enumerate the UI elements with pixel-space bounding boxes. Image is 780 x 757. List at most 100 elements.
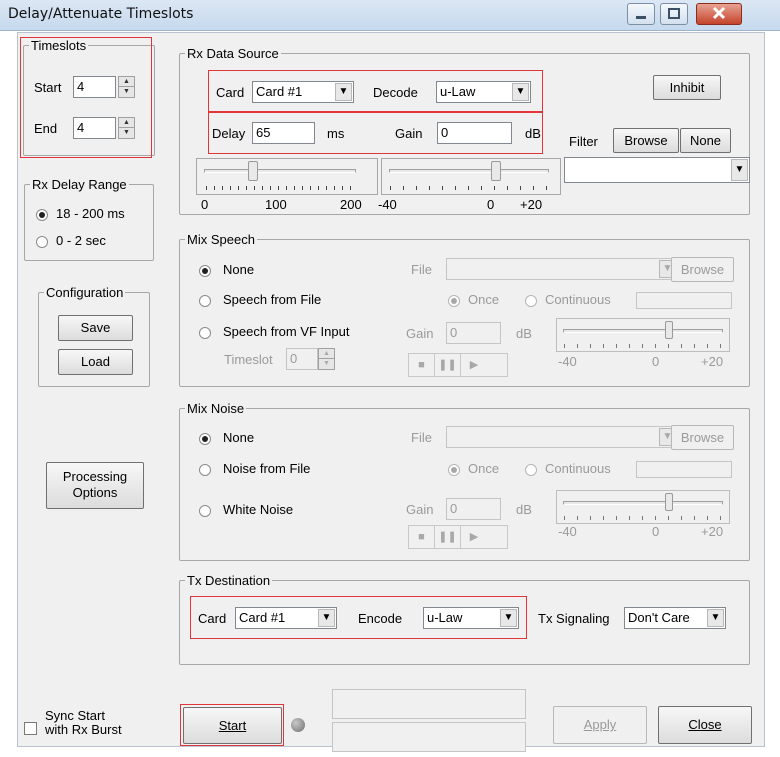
chevron-down-icon[interactable]: ▼ xyxy=(707,609,724,627)
processing-options-line1: Processing xyxy=(62,469,128,484)
filter-select[interactable]: ▼ xyxy=(564,157,750,183)
sync-start-line1: Sync Start xyxy=(45,708,105,723)
inhibit-button[interactable]: Inhibit xyxy=(653,75,721,100)
stop-icon[interactable]: ■ xyxy=(409,526,435,548)
save-button[interactable]: Save xyxy=(58,315,133,341)
title-bar: Delay/Attenuate Timeslots xyxy=(0,0,780,31)
status-field-bottom xyxy=(332,722,526,752)
chevron-down-icon[interactable]: ▼ xyxy=(731,159,748,181)
delay-slider-ticks xyxy=(206,186,358,190)
close-button[interactable]: Close xyxy=(658,706,752,744)
noise-file-label: Noise from File xyxy=(223,461,311,476)
noise-gain-label: Gain xyxy=(406,502,434,517)
white-noise-radio[interactable] xyxy=(199,505,211,517)
noise-continuous-label: Continuous xyxy=(545,461,611,476)
delay-slider-thumb[interactable] xyxy=(248,161,259,181)
apply-button[interactable]: Apply xyxy=(553,706,647,744)
maximize-button[interactable] xyxy=(660,3,688,25)
delay-range-18-200-radio[interactable] xyxy=(36,209,48,221)
noise-gain-slider-track xyxy=(563,501,723,505)
noise-file-field-label: File xyxy=(411,430,432,445)
spin-down-icon[interactable]: ▼ xyxy=(319,359,334,369)
pause-icon[interactable]: ❚❚ xyxy=(435,354,461,376)
speech-gain-input[interactable]: 0 xyxy=(446,322,501,344)
speech-timeslot-input[interactable]: 0 xyxy=(286,348,318,370)
start-highlight xyxy=(180,704,284,746)
delay-slider-track xyxy=(204,169,356,173)
delay-range-0-2-radio[interactable] xyxy=(36,236,48,248)
rx-data-source-legend: Rx Data Source xyxy=(187,46,279,61)
mix-noise-legend: Mix Noise xyxy=(187,401,245,416)
delay-gain-highlight xyxy=(208,112,543,154)
speech-continuous-label: Continuous xyxy=(545,292,611,307)
tx-signaling-select[interactable]: Don't Care ▼ xyxy=(624,607,726,629)
speech-gain-slider-thumb[interactable] xyxy=(665,321,673,339)
speech-none-radio[interactable] xyxy=(199,265,211,277)
speech-vf-label: Speech from VF Input xyxy=(223,324,350,339)
noise-once-label: Once xyxy=(468,461,500,476)
noise-gain-scale-min: -40 xyxy=(558,524,577,539)
stop-icon[interactable]: ■ xyxy=(409,354,435,376)
speech-once-label: Once xyxy=(468,292,500,307)
noise-browse-button[interactable]: Browse xyxy=(671,425,734,450)
filter-browse-button[interactable]: Browse xyxy=(613,128,679,153)
speech-file-field-label: File xyxy=(411,262,432,277)
spin-up-icon[interactable]: ▲ xyxy=(319,349,334,359)
noise-file-radio[interactable] xyxy=(199,464,211,476)
noise-gain-slider-thumb[interactable] xyxy=(665,493,673,511)
minimize-button[interactable] xyxy=(627,3,655,25)
mix-speech-legend: Mix Speech xyxy=(187,232,255,247)
pause-icon[interactable]: ❚❚ xyxy=(435,526,461,548)
noise-none-label: None xyxy=(223,430,255,445)
play-icon[interactable]: ▶ xyxy=(461,354,487,376)
speech-file-select[interactable]: ▼ xyxy=(446,258,678,280)
card-decode-highlight xyxy=(208,70,543,112)
minimize-icon xyxy=(636,16,646,19)
speech-vf-radio[interactable] xyxy=(199,327,211,339)
timeslots-highlight xyxy=(20,37,152,158)
rx-gain-scale-min: -40 xyxy=(378,197,397,212)
tx-signaling-value: Don't Care xyxy=(628,610,690,625)
rx-gain-slider-track xyxy=(389,169,549,173)
noise-gain-scale-mid: 0 xyxy=(652,524,660,539)
delay-range-18-200-label: 18 - 200 ms xyxy=(56,206,125,221)
noise-file-select[interactable]: ▼ xyxy=(446,426,678,448)
noise-gain-scale-max: +20 xyxy=(701,524,724,539)
filter-label: Filter xyxy=(569,134,598,149)
noise-none-radio[interactable] xyxy=(199,433,211,445)
noise-playback-controls: ■ ❚❚ ▶ xyxy=(408,525,508,549)
rx-gain-slider-thumb[interactable] xyxy=(490,161,501,181)
status-led-icon xyxy=(291,718,305,732)
speech-once-radio[interactable] xyxy=(448,295,460,307)
delay-scale-min: 0 xyxy=(201,197,209,212)
dialog-client: Timeslots Start 4 ▲ ▼ End 4 ▲ ▼ Rx Delay R… xyxy=(17,32,765,752)
noise-continuous-radio[interactable] xyxy=(525,464,537,476)
status-field-top xyxy=(332,689,526,719)
speech-browse-button[interactable]: Browse xyxy=(671,257,734,282)
delay-scale-max: 200 xyxy=(340,197,362,212)
delay-scale-mid: 100 xyxy=(265,197,287,212)
rx-gain-slider-ticks xyxy=(390,186,550,190)
tx-card-encode-highlight xyxy=(190,596,527,639)
speech-gain-slider-track xyxy=(563,329,723,333)
play-icon[interactable]: ▶ xyxy=(461,526,487,548)
close-window-button[interactable] xyxy=(696,3,742,25)
speech-timeslot-spinner[interactable]: ▲ ▼ xyxy=(318,348,335,370)
noise-gain-input[interactable]: 0 xyxy=(446,498,501,520)
noise-once-radio[interactable] xyxy=(448,464,460,476)
speech-file-radio[interactable] xyxy=(199,295,211,307)
rx-delay-range-legend: Rx Delay Range xyxy=(32,177,127,192)
noise-gain-slider-ticks xyxy=(564,516,724,520)
speech-file-label: Speech from File xyxy=(223,292,322,307)
speech-continuous-radio[interactable] xyxy=(525,295,537,307)
processing-options-button[interactable]: Processing Options xyxy=(46,462,144,509)
load-button[interactable]: Load xyxy=(58,349,133,375)
speech-continuous-input[interactable] xyxy=(636,292,732,309)
sync-start-checkbox[interactable] xyxy=(24,722,37,735)
sync-start-line2: with Rx Burst xyxy=(45,722,122,737)
noise-continuous-input[interactable] xyxy=(636,461,732,478)
filter-none-button[interactable]: None xyxy=(680,128,731,153)
white-noise-label: White Noise xyxy=(223,502,294,517)
close-icon xyxy=(712,6,726,20)
maximize-icon xyxy=(668,8,680,19)
